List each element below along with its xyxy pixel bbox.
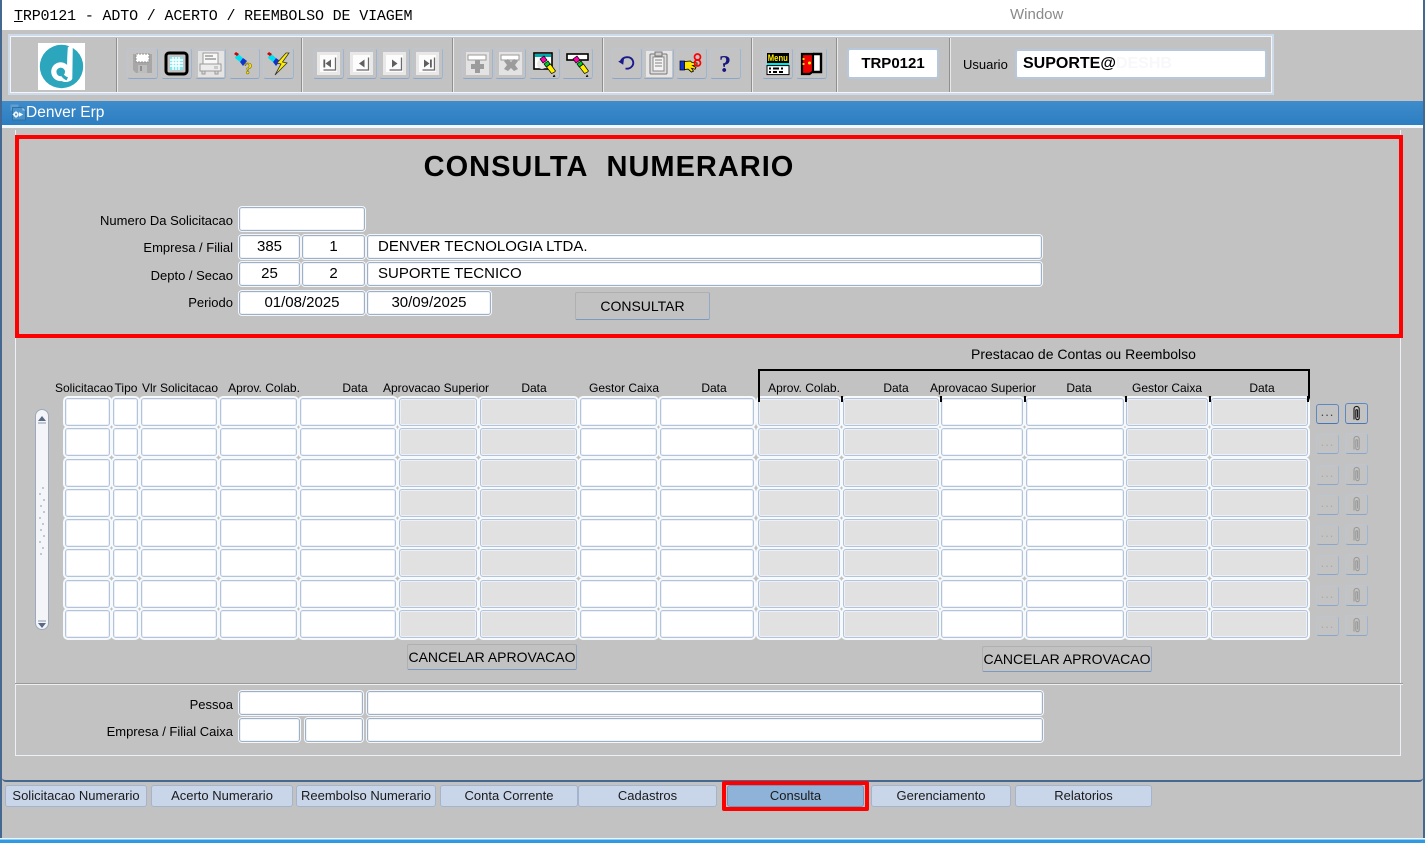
svg-text:Menu: Menu	[768, 53, 788, 63]
svg-text:?: ?	[244, 59, 253, 76]
svg-text:?: ?	[719, 52, 731, 76]
